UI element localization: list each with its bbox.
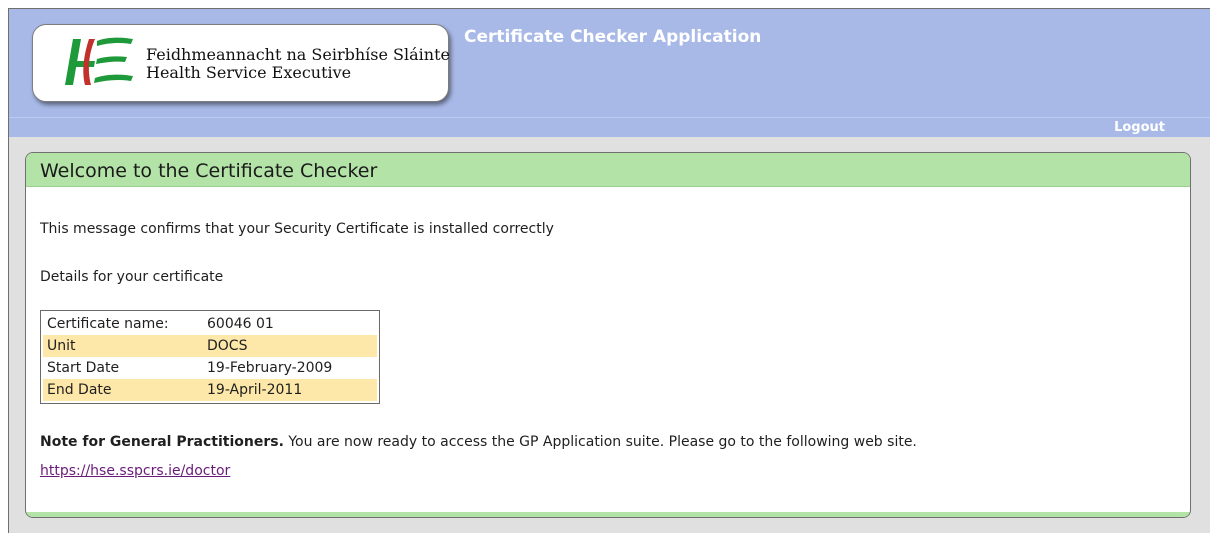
- hse-logo-text: Feidhmeannacht na Seirbhíse Sláinte Heal…: [146, 46, 450, 82]
- logo-line-english: Health Service Executive: [146, 63, 352, 82]
- confirm-message: This message confirms that your Security…: [40, 221, 554, 237]
- gp-note-heading: Note for General Practitioners.: [40, 434, 284, 450]
- app-title: Certificate Checker Application: [464, 27, 762, 47]
- cert-name-label: Certificate name:: [47, 316, 169, 332]
- table-row: Start Date 19-February-2009: [43, 357, 377, 379]
- panel-title: Welcome to the Certificate Checker: [26, 153, 1190, 187]
- logo-line-irish: Feidhmeannacht na Seirbhíse Sláinte: [146, 45, 450, 64]
- end-date-label: End Date: [43, 379, 203, 401]
- hse-logo-icon: [65, 37, 133, 85]
- table-row: Certificate name: 60046 01: [43, 313, 377, 335]
- start-date-label: Start Date: [47, 360, 120, 376]
- welcome-panel: Welcome to the Certificate Checker This …: [25, 152, 1191, 518]
- table-row: End Date 19-April-2011: [43, 379, 377, 401]
- panel-footer: [26, 512, 1190, 517]
- details-heading: Details for your certificate: [40, 269, 224, 285]
- gp-note: Note for General Practitioners. You are …: [40, 434, 917, 450]
- unit-value: DOCS: [203, 335, 377, 357]
- header: Feidhmeannacht na Seirbhíse Sláinte Heal…: [9, 9, 1210, 117]
- gp-note-text: You are now ready to access the GP Appli…: [283, 434, 917, 450]
- certificate-details-table: Certificate name: 60046 01 Unit DOCS Sta…: [40, 310, 380, 404]
- gp-application-link[interactable]: https://hse.sspcrs.ie/doctor: [40, 463, 230, 479]
- nav-bar: Logout: [9, 117, 1210, 137]
- start-date-value: 19-February-2009: [207, 360, 333, 376]
- cert-name-value: 60046 01: [207, 316, 274, 332]
- browser-content-frame: Feidhmeannacht na Seirbhíse Sláinte Heal…: [8, 8, 1210, 533]
- table-row: Unit DOCS: [43, 335, 377, 357]
- logout-link[interactable]: Logout: [1114, 120, 1165, 135]
- end-date-value: 19-April-2011: [203, 379, 377, 401]
- hse-logo: Feidhmeannacht na Seirbhíse Sláinte Heal…: [32, 24, 450, 102]
- unit-label: Unit: [43, 335, 203, 357]
